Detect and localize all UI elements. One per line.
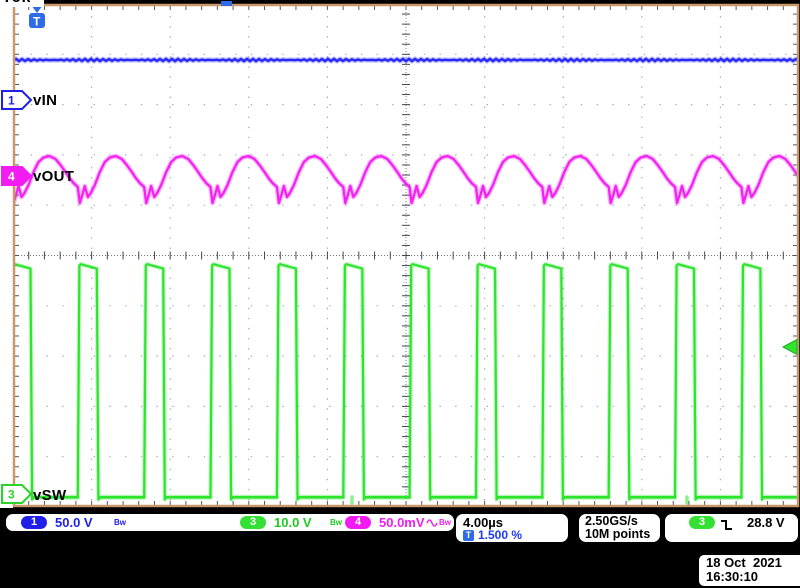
scope-display-svg: 1 4 3 T [0, 0, 800, 588]
ch1-waveform-label: vIN [33, 92, 57, 109]
graticule-background [0, 0, 799, 508]
tek-logo: Tek [2, 0, 44, 7]
acquisition-box[interactable]: 2.50GS/s 10M points [577, 512, 662, 544]
channel-readout-bar[interactable]: 1 50.0 V Bw 3 10.0 V Bw 4 50.0mV Bw [4, 512, 456, 533]
ch4-ac-coupling-icon [426, 517, 439, 528]
ch4-bandwidth-icon: Bw [439, 518, 451, 527]
trigger-position-readout[interactable]: 1.500 % [478, 528, 522, 542]
ch1-bandwidth-icon: Bw [114, 518, 126, 527]
trigger-position-icon: T [463, 530, 474, 541]
svg-text:3: 3 [8, 488, 15, 502]
record-length-readout[interactable]: 10M points [585, 527, 650, 541]
datetime-box: 18 Oct 2021 16:30:10 [697, 553, 800, 588]
ch3-badge[interactable]: 3 [240, 516, 266, 529]
svg-text:T: T [33, 15, 41, 29]
trigger-level-readout[interactable]: 28.8 V [747, 515, 785, 530]
ch3-waveform-label: vSW [33, 487, 66, 504]
trigger-source-badge[interactable]: 3 [689, 516, 715, 529]
svg-text:4: 4 [8, 170, 15, 184]
tek-logo-text: Tek [2, 0, 44, 7]
ch3-scale-readout[interactable]: 10.0 V [274, 515, 312, 530]
time-readout: 16:30:10 [706, 570, 800, 584]
ch1-scale-readout[interactable]: 50.0 V [55, 515, 93, 530]
oscilloscope-screen: 1 4 3 T Tek vIN vOUT vSW 1 50.0 V Bw 3 10.0… [0, 0, 800, 588]
svg-text:1: 1 [8, 94, 15, 108]
ch3-bandwidth-icon: Bw [330, 518, 342, 527]
timebase-box[interactable]: 4.00µs T 1.500 % [454, 512, 570, 544]
trigger-box[interactable]: 3 28.8 V [663, 512, 800, 544]
trigger-falling-slope-icon [720, 518, 734, 532]
ch4-waveform-label: vOUT [33, 168, 74, 185]
date-readout: 18 Oct 2021 [706, 556, 800, 570]
ch4-badge[interactable]: 4 [345, 516, 371, 529]
ch4-scale-readout[interactable]: 50.0mV [379, 515, 425, 530]
record-view-trigger-tick [221, 1, 232, 6]
ch1-badge[interactable]: 1 [21, 516, 47, 529]
sample-rate-readout[interactable]: 2.50GS/s [585, 514, 638, 528]
